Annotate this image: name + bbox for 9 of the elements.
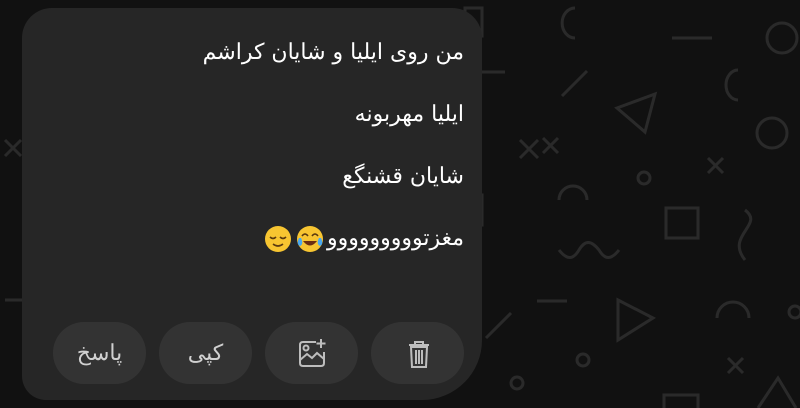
action-button[interactable]: کپی	[159, 322, 252, 384]
laughing-tears-emoji-icon	[294, 224, 325, 254]
relieved-face-emoji-icon	[262, 224, 293, 254]
delete-button[interactable]	[371, 322, 464, 384]
message-text: شایان قشنگع	[342, 162, 464, 191]
message-text: مغزتووووووووو	[326, 225, 464, 253]
action-button[interactable]: پاسخ	[53, 322, 146, 384]
message-text: ایلیا مهربونه	[354, 101, 464, 129]
message-text: من روی ایلیا و شایان کراشم	[202, 39, 464, 67]
